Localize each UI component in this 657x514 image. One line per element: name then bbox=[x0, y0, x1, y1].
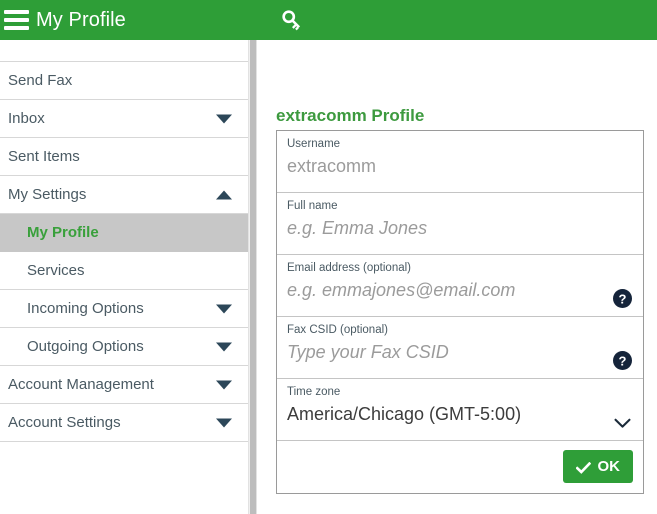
field-label: Full name bbox=[287, 200, 338, 212]
ok-button-label: OK bbox=[597, 458, 621, 475]
field-placeholder[interactable]: Type your Fax CSID bbox=[287, 337, 633, 367]
chevron-down-icon[interactable] bbox=[216, 114, 232, 123]
sidebar-item-incoming-options[interactable]: Incoming Options bbox=[0, 290, 248, 328]
check-icon bbox=[574, 461, 591, 474]
chevron-down-icon[interactable] bbox=[216, 380, 232, 389]
field-placeholder[interactable]: e.g. Emma Jones bbox=[287, 213, 633, 243]
hamburger-bar bbox=[4, 10, 29, 14]
sidebar-item-label: Sent Items bbox=[8, 148, 80, 165]
chevron-down-icon[interactable] bbox=[614, 416, 631, 428]
sidebar-item-my-profile[interactable]: My Profile bbox=[0, 214, 248, 252]
form-footer: OK bbox=[277, 441, 643, 493]
app-window: My Profile Send Fax Inbox Sent Items My Set… bbox=[0, 0, 657, 514]
sidebar-item-services[interactable]: Services bbox=[0, 252, 248, 290]
chevron-up-icon[interactable] bbox=[216, 190, 232, 199]
field-placeholder[interactable]: e.g. emmajones@email.com bbox=[287, 275, 633, 305]
field-fax-csid-optional[interactable]: Fax CSID (optional) Type your Fax CSID? bbox=[277, 317, 643, 379]
sidebar-item-label: Send Fax bbox=[8, 72, 73, 89]
sidebar-item-label: Incoming Options bbox=[27, 300, 144, 317]
sidebar-item-label: My Settings bbox=[8, 186, 87, 203]
sidebar-item-label: Inbox bbox=[8, 110, 45, 127]
sidebar-nav: Send Fax Inbox Sent Items My Settings My Pro… bbox=[0, 40, 248, 514]
field-value[interactable]: America/Chicago (GMT-5:00) bbox=[287, 399, 633, 429]
main-content: extracomm Profile Username extracomm Full … bbox=[258, 40, 657, 514]
field-label: Fax CSID (optional) bbox=[287, 324, 388, 336]
sidebar-item-outgoing-options[interactable]: Outgoing Options bbox=[0, 328, 248, 366]
sidebar-item-label: Services bbox=[27, 262, 85, 279]
page-title: My Profile bbox=[36, 8, 126, 31]
sidebar-item-label: Outgoing Options bbox=[27, 338, 144, 355]
field-time-zone[interactable]: Time zone America/Chicago (GMT-5:00) bbox=[277, 379, 643, 441]
sidebar-item-my-settings[interactable]: My Settings bbox=[0, 176, 248, 214]
field-full-name[interactable]: Full name e.g. Emma Jones bbox=[277, 193, 643, 255]
sidebar-item-sent-items[interactable]: Sent Items bbox=[0, 138, 248, 176]
svg-text:?: ? bbox=[619, 353, 627, 368]
hamburger-bar bbox=[4, 18, 29, 22]
hamburger-icon[interactable] bbox=[4, 10, 30, 30]
chevron-down-icon[interactable] bbox=[216, 342, 232, 351]
ok-button[interactable]: OK bbox=[562, 450, 633, 483]
field-label: Time zone bbox=[287, 386, 341, 398]
sidebar-item-send-fax[interactable]: Send Fax bbox=[0, 62, 248, 100]
hamburger-bar bbox=[4, 26, 29, 30]
field-label: Username bbox=[287, 138, 341, 150]
sidebar-item-label: Account Management bbox=[8, 376, 154, 393]
help-icon[interactable]: ? bbox=[613, 289, 632, 308]
sidebar-item-label: My Profile bbox=[27, 224, 99, 241]
field-value[interactable]: extracomm bbox=[287, 151, 633, 181]
chevron-down-icon[interactable] bbox=[216, 304, 232, 313]
chevron-down-icon[interactable] bbox=[216, 418, 232, 427]
help-icon[interactable]: ? bbox=[613, 351, 632, 370]
key-icon[interactable] bbox=[279, 7, 305, 33]
sidebar-item-account-management[interactable]: Account Management bbox=[0, 366, 248, 404]
sidebar-item-blank[interactable] bbox=[0, 40, 248, 62]
profile-panel-title: extracomm Profile bbox=[276, 106, 425, 125]
sidebar-scrollbar-thumb[interactable] bbox=[250, 40, 256, 514]
field-username[interactable]: Username extracomm bbox=[277, 131, 643, 193]
sidebar-item-label: Account Settings bbox=[8, 414, 121, 431]
sidebar-item-inbox[interactable]: Inbox bbox=[0, 100, 248, 138]
svg-text:?: ? bbox=[619, 291, 627, 306]
top-header-bar: My Profile bbox=[0, 0, 657, 40]
field-email-address-optional[interactable]: Email address (optional) e.g. emmajones@e… bbox=[277, 255, 643, 317]
sidebar-scrollbar[interactable] bbox=[248, 40, 257, 514]
profile-form: Username extracomm Full name e.g. Emma Jone… bbox=[276, 130, 644, 494]
field-label: Email address (optional) bbox=[287, 262, 412, 274]
sidebar-item-account-settings[interactable]: Account Settings bbox=[0, 404, 248, 442]
